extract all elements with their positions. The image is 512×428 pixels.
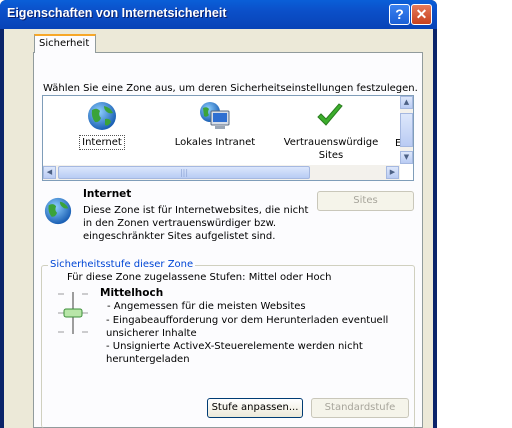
zone-horizontal-scrollbar[interactable]: ◀ ||| ▶ [43, 165, 400, 180]
zone-label: Lokales Intranet [174, 137, 256, 148]
level-bullet: - Angemessen für die meisten Websites [107, 301, 306, 312]
default-level-button[interactable]: Standardstufe [311, 398, 409, 418]
custom-level-button[interactable]: Stufe anpassen... [207, 398, 303, 418]
zone-item-intranet[interactable]: Lokales Intranet [165, 100, 265, 149]
zone-label: Internet [79, 135, 125, 150]
level-name: Mittelhoch [100, 287, 164, 299]
zone-item-trusted-sites[interactable]: Vertrauenswürdige Sites [281, 100, 379, 162]
scroll-up-icon[interactable]: ▲ [400, 96, 413, 109]
level-bullet: - Unsignierte ActiveX-Steuerelemente wer… [106, 341, 363, 365]
security-level-slider[interactable] [56, 290, 90, 336]
intranet-computer-icon [200, 102, 230, 129]
zone-prompt: Wählen Sie eine Zone aus, um deren Siche… [43, 83, 418, 94]
help-button[interactable]: ? [389, 4, 410, 25]
tab-sicherheit[interactable]: Sicherheit [34, 34, 96, 53]
level-bullet: - Eingabeaufforderung vor dem Herunterla… [106, 315, 389, 339]
zone-label: Vertrauenswürdige Sites [283, 137, 379, 161]
scroll-thumb[interactable] [400, 113, 413, 147]
zone-item-internet[interactable]: Internet [65, 100, 139, 150]
scroll-down-icon[interactable]: ▼ [400, 151, 413, 164]
title-bar[interactable]: Eigenschaften von Internetsicherheit ? ✕ [0, 0, 437, 29]
scroll-left-icon[interactable]: ◀ [43, 166, 56, 179]
selected-zone-name: Internet [83, 188, 132, 200]
globe-icon [88, 102, 116, 130]
zone-vertical-scrollbar[interactable]: ▲ ▼ [400, 96, 413, 164]
scroll-thumb[interactable]: ||| [58, 166, 310, 179]
allowed-levels-text: Für diese Zone zugelassene Stufen: Mitte… [67, 272, 332, 283]
selected-zone-description: Diese Zone ist für Internetwebsites, die… [83, 205, 309, 242]
security-level-title: Sicherheitsstufe dieser Zone [48, 259, 196, 270]
sites-button[interactable]: Sites [317, 191, 414, 211]
checkmark-icon [317, 103, 343, 126]
window-title: Eigenschaften von Internetsicherheit [7, 6, 227, 20]
globe-icon [44, 197, 72, 225]
close-button[interactable]: ✕ [411, 4, 432, 25]
scroll-right-icon[interactable]: ▶ [386, 166, 399, 179]
